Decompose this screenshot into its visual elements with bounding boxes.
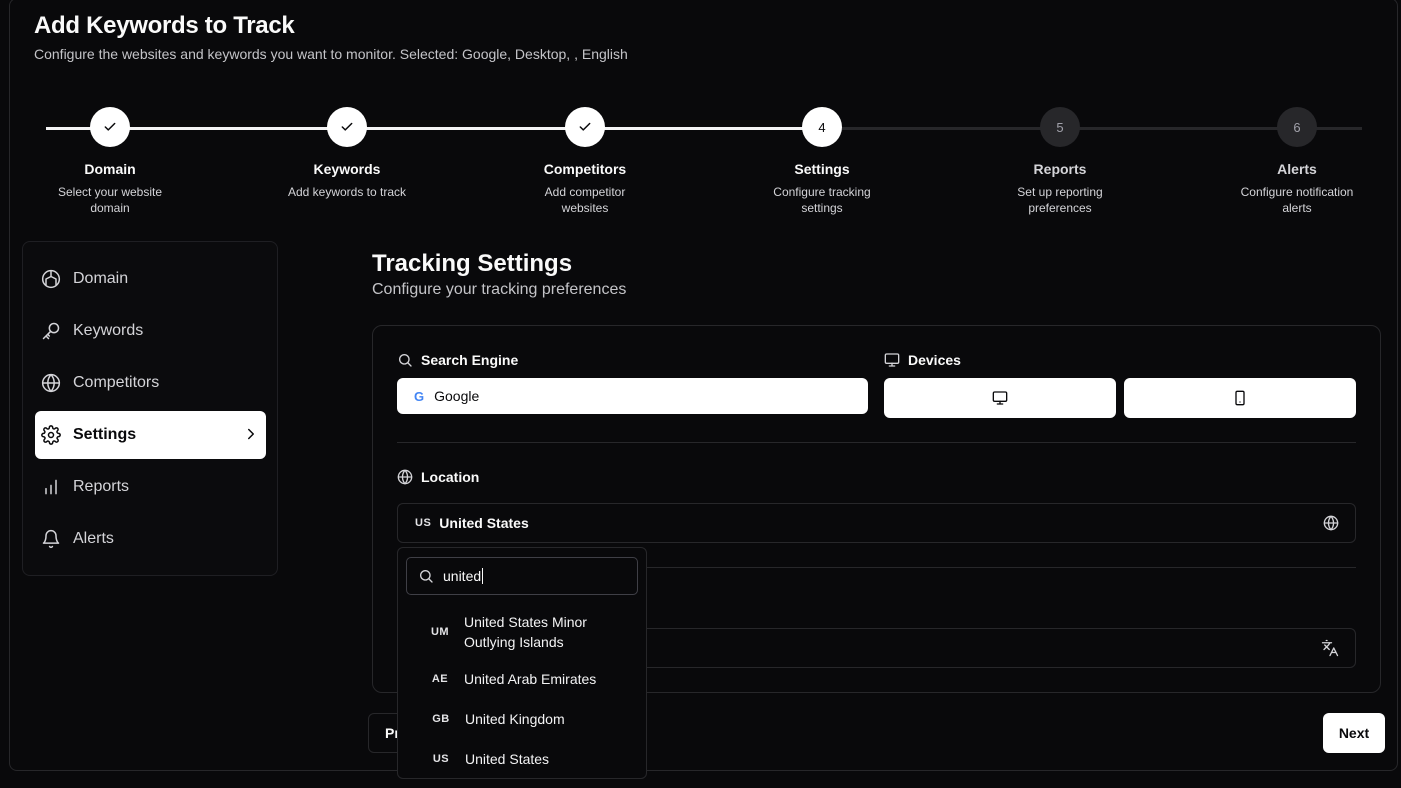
globe-icon (40, 372, 62, 394)
location-label-text: Location (421, 469, 480, 485)
step-description: Add competitor websites (544, 185, 626, 215)
sidebar-item-reports[interactable]: Reports (35, 463, 266, 511)
chevron-right-icon (242, 425, 260, 448)
step-keywords[interactable]: Keywords Add keywords to track (247, 107, 447, 200)
country-code: US (415, 517, 432, 529)
country-name: United States (465, 751, 550, 767)
mobile-icon (1235, 390, 1245, 406)
sidebar-item-label: Settings (73, 426, 137, 443)
location-search-value: united (443, 568, 484, 584)
country-name-line: United States Minor (464, 614, 587, 630)
step-label: Domain (84, 161, 136, 177)
sidebar-item-label: Competitors (73, 374, 160, 391)
sidebar-item-domain[interactable]: Domain (35, 255, 266, 303)
search-icon (399, 354, 412, 367)
search-engine-label: Search Engine (397, 352, 518, 368)
globe-icon (397, 469, 413, 485)
check-icon (327, 107, 367, 147)
device-desktop-button[interactable] (884, 378, 1116, 418)
section-subtitle: Configure your tracking preferences (372, 281, 627, 298)
country-name: United States Minor Outlying Islands (464, 612, 587, 652)
country-code: US (432, 753, 450, 765)
translate-icon (1321, 639, 1339, 662)
location-search-input[interactable]: united (406, 557, 638, 595)
device-mobile-button[interactable] (1124, 378, 1356, 418)
location-value: United States (439, 515, 529, 531)
bell-icon (40, 528, 62, 550)
search-engine-label-text: Search Engine (421, 352, 519, 368)
desktop-icon (992, 391, 1008, 405)
monitor-icon (884, 353, 900, 367)
step-alerts[interactable]: 6 Alerts Configure notification alerts (1197, 107, 1397, 216)
search-engine-value: Google (434, 388, 480, 404)
domain-icon (40, 268, 62, 290)
key-icon (40, 320, 62, 342)
check-icon (565, 107, 605, 147)
gear-icon (40, 424, 62, 446)
google-logo-icon: G (414, 388, 425, 404)
step-label: Settings (794, 161, 850, 177)
dropdown-option-ae[interactable]: AE United Arab Emirates (398, 669, 646, 689)
step-label: Reports (1033, 161, 1087, 177)
dropdown-option-um[interactable]: UM United States Minor Outlying Islands (398, 612, 646, 652)
search-icon (420, 570, 433, 583)
step-domain[interactable]: Domain Select your website domain (10, 107, 210, 216)
divider (397, 442, 1356, 443)
step-reports[interactable]: 5 Reports Set up reporting preferences (960, 107, 1160, 216)
sidebar: Domain Keywords Competitors Settings Rep… (22, 241, 278, 576)
section-title: Tracking Settings (372, 250, 573, 277)
location-label: Location (397, 469, 479, 485)
globe-icon (1323, 515, 1339, 534)
location-select[interactable]: US United States (397, 503, 1356, 543)
check-icon (90, 107, 130, 147)
sidebar-item-keywords[interactable]: Keywords (35, 307, 266, 355)
sidebar-item-competitors[interactable]: Competitors (35, 359, 266, 407)
page-title: Add Keywords to Track (34, 12, 295, 39)
step-label: Competitors (543, 161, 627, 177)
bar-chart-icon (40, 476, 62, 498)
step-description: Add keywords to track (287, 185, 407, 199)
country-name: United Kingdom (465, 711, 565, 727)
sidebar-item-alerts[interactable]: Alerts (35, 515, 266, 563)
step-label: Keywords (313, 161, 381, 177)
step-description: Configure notification alerts (1240, 185, 1354, 215)
country-code: UM (430, 626, 450, 638)
step-settings[interactable]: 4 Settings Configure tracking settings (722, 107, 922, 216)
dropdown-option-us[interactable]: US United States (398, 749, 646, 769)
devices-label: Devices (884, 352, 961, 368)
page-subtitle: Configure the websites and keywords you … (34, 46, 628, 62)
step-description: Set up reporting preferences (1017, 185, 1103, 215)
country-code: GB (432, 713, 450, 725)
step-competitors[interactable]: Competitors Add competitor websites (485, 107, 685, 216)
search-engine-select[interactable]: G Google (397, 378, 868, 414)
sidebar-item-label: Domain (73, 270, 129, 287)
step-number: 4 (802, 107, 842, 147)
step-description: Configure tracking settings (773, 185, 871, 215)
step-number: 5 (1040, 107, 1080, 147)
country-code: AE (431, 673, 449, 685)
country-name-line: Outlying Islands (464, 634, 564, 650)
step-number: 6 (1277, 107, 1317, 147)
devices-label-text: Devices (908, 352, 961, 368)
sidebar-item-settings[interactable]: Settings (35, 411, 266, 459)
country-name: United Arab Emirates (464, 671, 597, 687)
dropdown-option-gb[interactable]: GB United Kingdom (398, 709, 646, 729)
location-dropdown: united UM United States Minor Outlying I… (397, 547, 647, 779)
sidebar-item-label: Reports (73, 478, 130, 495)
step-description: Select your website domain (57, 185, 163, 215)
sidebar-item-label: Alerts (73, 530, 114, 547)
sidebar-item-label: Keywords (73, 322, 144, 339)
step-label: Alerts (1277, 161, 1317, 177)
next-button[interactable]: Next (1323, 713, 1385, 753)
